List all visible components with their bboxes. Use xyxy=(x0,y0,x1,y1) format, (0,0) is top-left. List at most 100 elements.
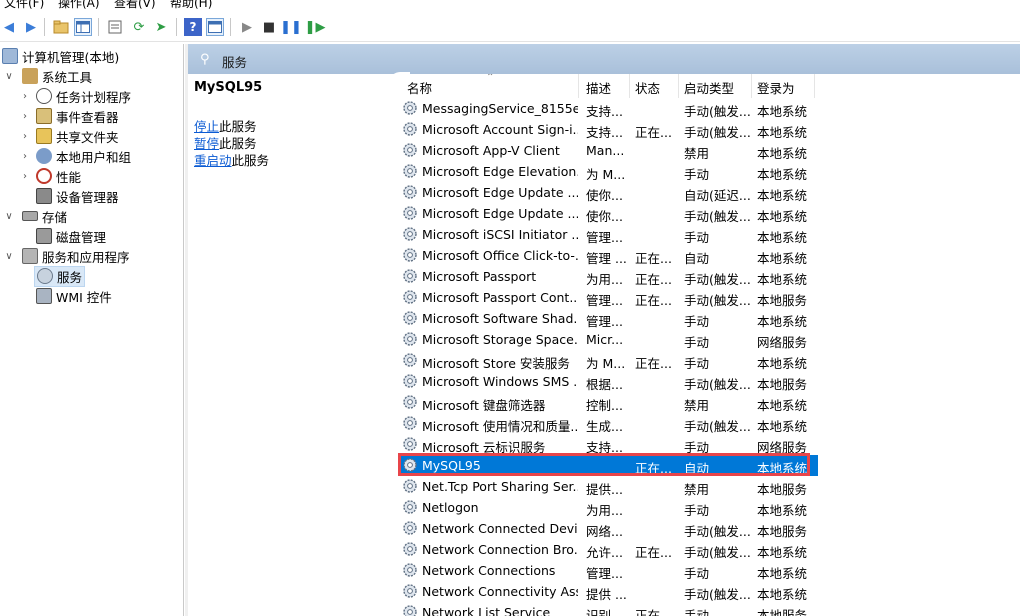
gear-icon xyxy=(402,331,418,347)
tree-item-local-users[interactable]: › 本地用户和组 xyxy=(20,146,131,166)
service-description: 为 M... xyxy=(586,356,626,371)
properties-icon[interactable] xyxy=(106,18,124,36)
tree-item-storage[interactable]: ∨ 存储 xyxy=(4,206,67,226)
tree-item-performance[interactable]: › 性能 xyxy=(20,166,81,186)
service-row[interactable]: Network Connection Bro... 允许... 正在... 手动(触发… xyxy=(398,539,818,560)
menu-help[interactable]: 帮助(H) xyxy=(170,0,212,11)
service-row[interactable]: Microsoft Passport Cont... 管理... 正在... 手动(触… xyxy=(398,287,818,308)
service-log-on-as: 本地系统 xyxy=(757,314,808,329)
column-status[interactable]: 状态 xyxy=(629,78,660,96)
selected-service-title: MySQL95 xyxy=(194,80,263,95)
service-row[interactable]: Network Connectivity Ass... 提供 ... 手动(触发..… xyxy=(398,581,818,602)
pause-icon[interactable]: ❚❚ xyxy=(280,18,302,36)
tree-root[interactable]: 计算机管理(本地) xyxy=(2,46,119,66)
gear-icon xyxy=(402,100,418,116)
column-divider[interactable] xyxy=(814,74,815,98)
chevron-right-icon[interactable]: › xyxy=(20,131,30,142)
column-startup-type[interactable]: 启动类型 xyxy=(678,78,734,96)
restart-service-link[interactable]: 重启动 xyxy=(194,153,232,168)
service-row[interactable]: Microsoft iSCSI Initiator ... 管理... 手动 本地系统 xyxy=(398,224,818,245)
menu-action[interactable]: 操作(A) xyxy=(58,0,100,11)
selected-node[interactable]: 服务 xyxy=(34,265,86,287)
service-row[interactable]: Network List Service 识别... 正在... 手动 本地服务 xyxy=(398,602,818,616)
gear-icon xyxy=(402,415,418,431)
service-row[interactable]: Microsoft Windows SMS ... 根据... 手动(触发... 本地… xyxy=(398,371,818,392)
console-icon[interactable] xyxy=(206,18,224,36)
service-row[interactable]: Microsoft Edge Elevation... 为 M... 手动 本地系统 xyxy=(398,161,818,182)
stop-icon[interactable]: ■ xyxy=(260,18,278,36)
service-log-on-as: 本地服务 xyxy=(757,524,808,539)
service-row[interactable]: Microsoft Passport 为用... 正在... 手动(触发... 本地系统 xyxy=(398,266,818,287)
gear-icon xyxy=(402,436,418,452)
service-row[interactable]: Microsoft Account Sign-i... 支持... 正在... 手动(… xyxy=(398,119,818,140)
chevron-down-icon[interactable]: ∨ xyxy=(4,251,14,262)
service-row[interactable]: MessagingService_8155e 支持... 手动(触发... 本地系统 xyxy=(398,98,818,119)
show-hide-console-tree-icon[interactable] xyxy=(74,18,92,36)
toolbar-separator xyxy=(230,18,231,36)
service-name: MySQL95 xyxy=(422,458,481,473)
service-row[interactable]: Microsoft App-V Client Man... 禁用 本地系统 xyxy=(398,140,818,161)
column-name[interactable]: 名称 xyxy=(401,78,432,96)
help-icon[interactable]: ? xyxy=(184,18,202,36)
service-name: Microsoft Windows SMS ... xyxy=(422,374,578,389)
play-icon[interactable]: ▶ xyxy=(238,18,256,36)
tree-item-services[interactable]: 服务 xyxy=(34,265,86,287)
service-name: Microsoft iSCSI Initiator ... xyxy=(422,227,578,242)
service-status: 正在... xyxy=(635,545,672,560)
service-row[interactable]: Microsoft Software Shad... 管理... 手动 本地系统 xyxy=(398,308,818,329)
gear-icon xyxy=(402,310,418,326)
service-row[interactable]: Netlogon 为用... 手动 本地系统 xyxy=(398,497,818,518)
menu-view[interactable]: 查看(V) xyxy=(114,0,156,11)
service-row[interactable]: Network Connected Devi... 网络... 手动(触发... 本地… xyxy=(398,518,818,539)
tree-item-event-viewer[interactable]: › 事件查看器 xyxy=(20,106,119,126)
toolbar-separator xyxy=(98,18,99,36)
service-row[interactable]: Microsoft 云标识服务 支持... 手动 网络服务 xyxy=(398,434,818,455)
stop-service-link[interactable]: 停止 xyxy=(194,119,219,134)
service-row[interactable]: MySQL95 正在... 自动 本地系统 xyxy=(398,455,818,476)
gear-icon xyxy=(402,562,418,578)
column-description[interactable]: 描述 xyxy=(580,78,611,96)
service-row[interactable]: Microsoft Edge Update ... 使你... 自动(延迟... 本地… xyxy=(398,182,818,203)
service-row[interactable]: Microsoft Store 安装服务 为 M... 正在... 手动 本地系统 xyxy=(398,350,818,371)
column-divider[interactable] xyxy=(578,74,579,98)
tree-item-disk-management[interactable]: 磁盘管理 xyxy=(36,226,106,246)
export-icon[interactable]: ➤ xyxy=(152,18,170,36)
chevron-right-icon[interactable]: › xyxy=(20,151,30,162)
service-description: 使你... xyxy=(586,209,623,224)
refresh-icon[interactable]: ⟳ xyxy=(130,18,148,36)
folder-icon[interactable] xyxy=(52,18,70,36)
service-name: Netlogon xyxy=(422,500,479,515)
service-description: 支持... xyxy=(586,125,623,140)
chevron-right-icon[interactable]: › xyxy=(20,171,30,182)
tree-item-system-tools[interactable]: ∨ 系统工具 xyxy=(4,66,92,86)
back-arrow-icon[interactable]: ◀ xyxy=(0,18,18,36)
gear-icon xyxy=(402,520,418,536)
service-row[interactable]: Microsoft Storage Space... Micr... 手动 网络服务 xyxy=(398,329,818,350)
service-log-on-as: 本地服务 xyxy=(757,377,808,392)
services-header: ⚲ 服务 xyxy=(188,44,1020,74)
resume-icon[interactable]: ❚▶ xyxy=(305,18,326,36)
service-row[interactable]: Microsoft 使用情况和质量... 生成... 手动(触发... 本地系统 xyxy=(398,413,818,434)
service-row[interactable]: Microsoft Office Click-to-... 管理 ... 正在...… xyxy=(398,245,818,266)
chevron-right-icon[interactable]: › xyxy=(20,111,30,122)
chevron-down-icon[interactable]: ∨ xyxy=(4,71,14,82)
tree-item-shared-folders[interactable]: › 共享文件夹 xyxy=(20,126,119,146)
service-log-on-as: 本地系统 xyxy=(757,104,808,119)
column-log-on-as[interactable]: 登录为 xyxy=(751,78,795,96)
service-row[interactable]: Net.Tcp Port Sharing Ser... 提供... 禁用 本地服务 xyxy=(398,476,818,497)
tree-item-wmi[interactable]: WMI 控件 xyxy=(36,286,112,306)
tree-item-device-manager[interactable]: 设备管理器 xyxy=(36,186,119,206)
toolbar-separator xyxy=(44,18,45,36)
tree-item-services-apps[interactable]: ∨ 服务和应用程序 xyxy=(4,246,130,266)
service-row[interactable]: Microsoft 键盘筛选器 控制... 禁用 本地系统 xyxy=(398,392,818,413)
chevron-right-icon[interactable]: › xyxy=(20,91,30,102)
pause-service-link[interactable]: 暂停 xyxy=(194,136,219,151)
service-row[interactable]: Microsoft Edge Update ... 使你... 手动(触发... 本地… xyxy=(398,203,818,224)
chevron-down-icon[interactable]: ∨ xyxy=(4,211,14,222)
service-log-on-as: 网络服务 xyxy=(757,440,808,455)
service-row[interactable]: Network Connections 管理... 手动 本地系统 xyxy=(398,560,818,581)
tree-item-task-scheduler[interactable]: › 任务计划程序 xyxy=(20,86,131,106)
service-name: MessagingService_8155e xyxy=(422,101,578,116)
menu-file[interactable]: 文件(F) xyxy=(4,0,44,11)
forward-arrow-icon[interactable]: ▶ xyxy=(22,18,40,36)
